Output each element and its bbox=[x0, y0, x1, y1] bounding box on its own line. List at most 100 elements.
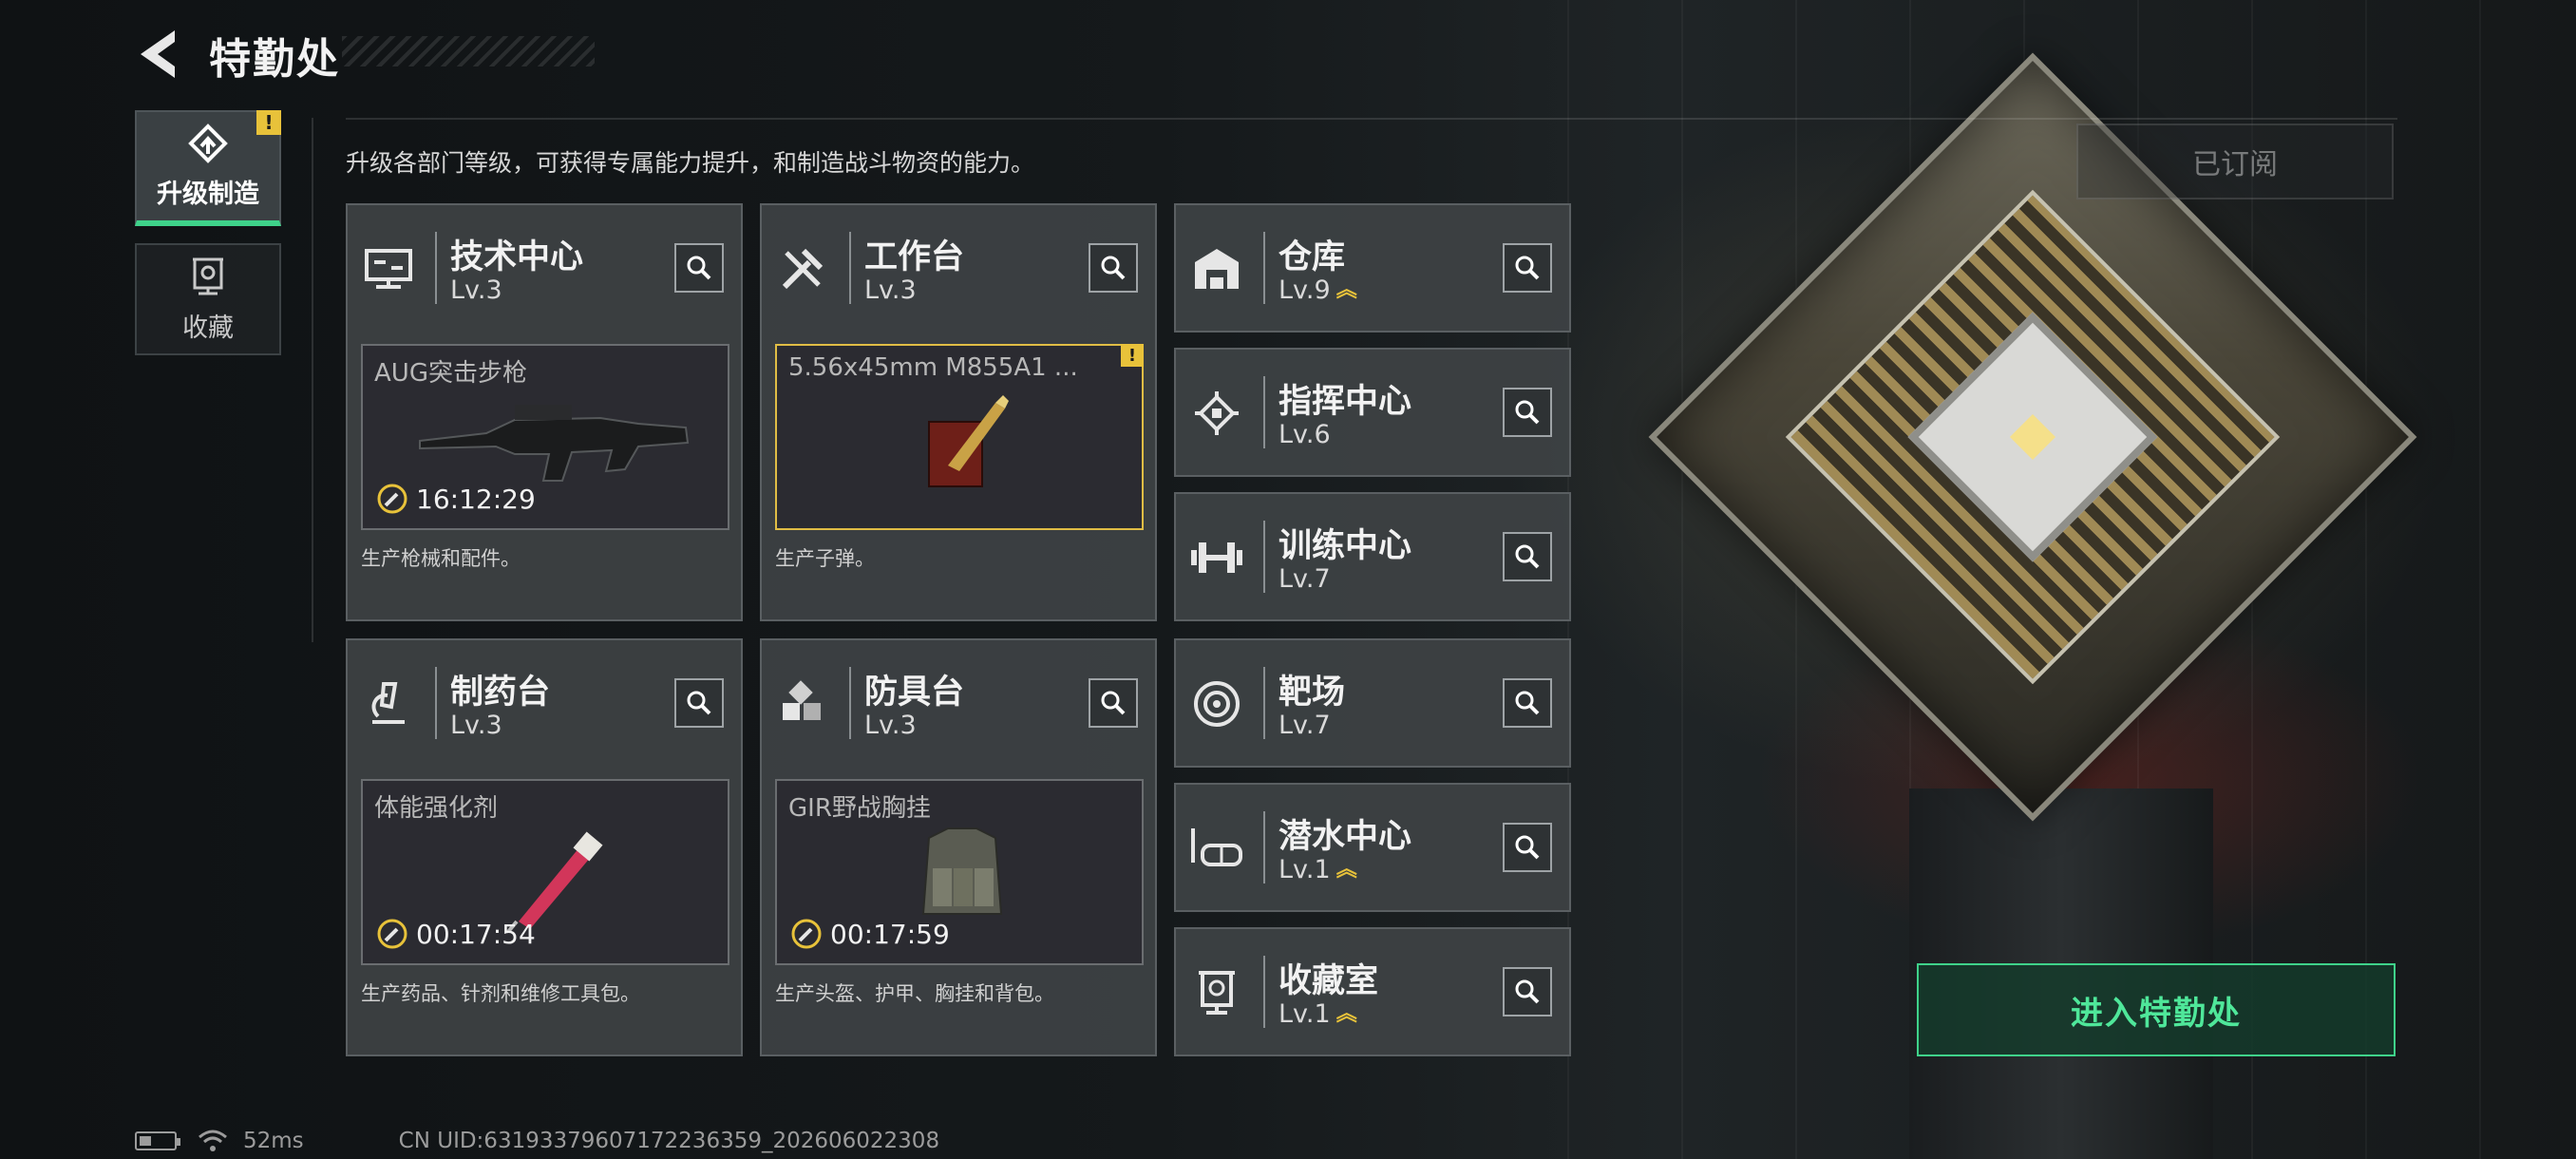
dept-card-armor-bench[interactable]: 防具台 Lv.3 GIR野战胸挂 00:17:59 生产头盔、护甲、胸挂和背包。 bbox=[760, 638, 1157, 1056]
search-icon bbox=[1515, 835, 1540, 860]
dept-level: Lv.7 bbox=[1279, 711, 1331, 740]
search-button[interactable] bbox=[1503, 967, 1552, 1016]
dumbbell-icon bbox=[1189, 530, 1244, 585]
dept-level: Lv.3 bbox=[450, 276, 502, 305]
dept-level: Lv.3 bbox=[864, 276, 917, 305]
chip-icon bbox=[1189, 386, 1244, 441]
dept-level: Lv.9 bbox=[1279, 276, 1331, 305]
upgrade-craft-icon bbox=[188, 123, 228, 163]
dept-card-training-center[interactable]: 训练中心 Lv.7 bbox=[1174, 492, 1571, 621]
production-timer: 00:17:59 bbox=[830, 918, 950, 950]
search-button[interactable] bbox=[1089, 243, 1138, 293]
dept-description: 生产头盔、护甲、胸挂和背包。 bbox=[775, 982, 1054, 1005]
target-icon bbox=[1189, 676, 1244, 732]
dept-level: Lv.3 bbox=[450, 711, 502, 740]
divider bbox=[346, 118, 2397, 120]
production-slot[interactable]: AUG突击步枪 16:12:29 bbox=[361, 344, 729, 530]
search-button[interactable] bbox=[1503, 243, 1552, 293]
ping-value: 52ms bbox=[243, 1129, 304, 1153]
dept-description: 生产药品、针剂和维修工具包。 bbox=[361, 982, 640, 1005]
dept-card-tech-center[interactable]: 技术中心 Lv.3 AUG突击步枪 16:12:29 生产枪械和配件。 bbox=[346, 203, 743, 621]
user-uid: CN UID:63193379607172236359_202606022308 bbox=[398, 1129, 940, 1153]
status-bar: 52ms CN UID:63193379607172236359_2026060… bbox=[135, 1129, 939, 1153]
chest-rig-image bbox=[921, 827, 1003, 915]
search-button[interactable] bbox=[674, 243, 724, 293]
search-button[interactable] bbox=[674, 678, 724, 728]
cubes-icon bbox=[775, 676, 830, 732]
subscribed-button[interactable]: 已订阅 bbox=[2076, 124, 2394, 200]
search-icon bbox=[1515, 691, 1540, 715]
search-icon bbox=[1101, 256, 1126, 280]
title-decoration bbox=[342, 36, 595, 66]
trophy-case-icon bbox=[193, 257, 223, 294]
dept-name: 仓库 bbox=[1279, 238, 1346, 276]
hammer-wrench-icon bbox=[775, 241, 830, 296]
search-button[interactable] bbox=[1089, 678, 1138, 728]
dept-level: Lv.7 bbox=[1279, 564, 1331, 594]
search-button[interactable] bbox=[1503, 823, 1552, 872]
diving-mask-icon bbox=[1189, 821, 1244, 876]
monitor-icon bbox=[361, 241, 416, 296]
search-icon bbox=[1101, 691, 1126, 715]
upgrade-available-icon: ︽ bbox=[1335, 277, 1357, 302]
search-icon bbox=[1515, 979, 1540, 1004]
injector-image bbox=[505, 831, 603, 933]
tab-collection[interactable]: 收藏 bbox=[135, 243, 281, 355]
dept-description: 生产枪械和配件。 bbox=[361, 547, 521, 570]
battery-icon bbox=[135, 1131, 180, 1150]
production-slot[interactable]: GIR野战胸挂 00:17:59 bbox=[775, 779, 1144, 965]
upgrade-available-icon: ︽ bbox=[1335, 1001, 1357, 1026]
ammo-box-image bbox=[928, 395, 1009, 487]
search-button[interactable] bbox=[1503, 388, 1552, 437]
enter-hq-button[interactable]: 进入特勤处 bbox=[1917, 963, 2396, 1056]
dept-name: 工作台 bbox=[864, 238, 965, 276]
trophy-case-icon bbox=[1189, 965, 1244, 1020]
tab-label: 升级制造 bbox=[157, 179, 259, 209]
timer-icon bbox=[377, 919, 407, 949]
dept-card-warehouse[interactable]: 仓库 Lv.9 ︽ bbox=[1174, 203, 1571, 332]
dept-card-collection-room[interactable]: 收藏室 Lv.1 ︽ bbox=[1174, 927, 1571, 1056]
warehouse-icon bbox=[1189, 241, 1244, 296]
dept-description: 生产子弹。 bbox=[775, 547, 875, 570]
dept-card-pharmacy[interactable]: 制药台 Lv.3 体能强化剂 00:17:54 生产药品、针剂和维修工具包。 bbox=[346, 638, 743, 1056]
dept-level: Lv.6 bbox=[1279, 420, 1331, 449]
search-button[interactable] bbox=[1503, 532, 1552, 581]
dept-name: 收藏室 bbox=[1279, 962, 1379, 1000]
rifle-image bbox=[419, 405, 690, 482]
tab-upgrade-craft[interactable]: 升级制造 ! bbox=[135, 110, 281, 226]
search-icon bbox=[687, 256, 711, 280]
production-slot[interactable]: 体能强化剂 00:17:54 bbox=[361, 779, 729, 965]
search-button[interactable] bbox=[1503, 678, 1552, 728]
page-title: 特勤处 bbox=[209, 35, 340, 84]
dept-card-workbench[interactable]: 工作台 Lv.3 5.56x45mm M855A1 ... ! 生产子弹。 bbox=[760, 203, 1157, 621]
page-description: 升级各部门等级，可获得专属能力提升，和制造战斗物资的能力。 bbox=[346, 149, 1035, 177]
wifi-icon bbox=[199, 1130, 227, 1151]
alert-badge: ! bbox=[256, 110, 281, 135]
search-icon bbox=[1515, 544, 1540, 569]
search-icon bbox=[1515, 400, 1540, 425]
dept-card-diving-center[interactable]: 潜水中心 Lv.1 ︽ bbox=[1174, 783, 1571, 912]
production-timer: 00:17:54 bbox=[416, 918, 536, 950]
dept-card-command-center[interactable]: 指挥中心 Lv.6 bbox=[1174, 348, 1571, 477]
dept-level: Lv.1 bbox=[1279, 999, 1331, 1029]
dept-level: Lv.3 bbox=[864, 711, 917, 740]
dept-level: Lv.1 bbox=[1279, 855, 1331, 884]
timer-icon bbox=[791, 919, 822, 949]
divider bbox=[312, 118, 313, 642]
tab-label: 收藏 bbox=[182, 313, 234, 343]
alert-badge: ! bbox=[1121, 344, 1144, 367]
dept-card-shooting-range[interactable]: 靶场 Lv.7 bbox=[1174, 638, 1571, 768]
dept-name: 指挥中心 bbox=[1279, 383, 1412, 421]
search-icon bbox=[1515, 256, 1540, 280]
microscope-icon bbox=[361, 676, 416, 732]
search-icon bbox=[687, 691, 711, 715]
dept-name: 技术中心 bbox=[450, 238, 584, 276]
dept-name: 训练中心 bbox=[1279, 527, 1412, 565]
back-arrow-icon[interactable] bbox=[133, 27, 184, 82]
production-slot[interactable]: 5.56x45mm M855A1 ... ! bbox=[775, 344, 1144, 530]
dept-name: 防具台 bbox=[864, 674, 965, 712]
dept-name: 靶场 bbox=[1279, 674, 1346, 712]
upgrade-available-icon: ︽ bbox=[1335, 857, 1357, 882]
production-timer: 16:12:29 bbox=[416, 483, 536, 515]
dept-name: 潜水中心 bbox=[1279, 818, 1412, 856]
